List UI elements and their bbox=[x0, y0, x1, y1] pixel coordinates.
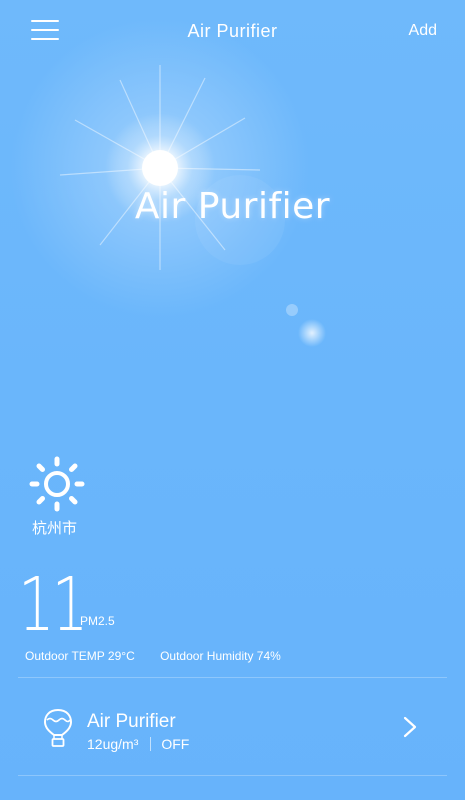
device-status: OFF bbox=[161, 736, 190, 752]
device-meta: 12ug/m³ OFF bbox=[87, 736, 189, 752]
outdoor-temp: Outdoor TEMP 29°C bbox=[25, 649, 135, 663]
device-row-air-purifier[interactable]: Air Purifier 12ug/m³ OFF bbox=[18, 682, 447, 772]
outdoor-humidity: Outdoor Humidity 74% bbox=[160, 649, 281, 663]
page-title: Air Purifier bbox=[187, 21, 278, 41]
device-name: Air Purifier bbox=[87, 711, 176, 732]
city-label: 杭州市 bbox=[32, 520, 78, 537]
top-bar: Air Purifier Add bbox=[0, 0, 465, 64]
sun-icon bbox=[29, 456, 85, 512]
chevron-right-icon[interactable] bbox=[403, 716, 417, 738]
divider bbox=[18, 775, 447, 776]
add-button[interactable]: Add bbox=[409, 22, 437, 40]
device-reading: 12ug/m³ bbox=[87, 736, 139, 752]
outdoor-conditions: Outdoor TEMP 29°C Outdoor Humidity 74% bbox=[25, 649, 303, 663]
pm25-label: PM2.5 bbox=[80, 614, 115, 628]
divider bbox=[18, 677, 447, 678]
hero-title: Air Purifier bbox=[134, 186, 331, 227]
pm25-value: 11 bbox=[18, 562, 88, 648]
balloon-icon bbox=[43, 708, 73, 747]
separator bbox=[150, 737, 152, 751]
